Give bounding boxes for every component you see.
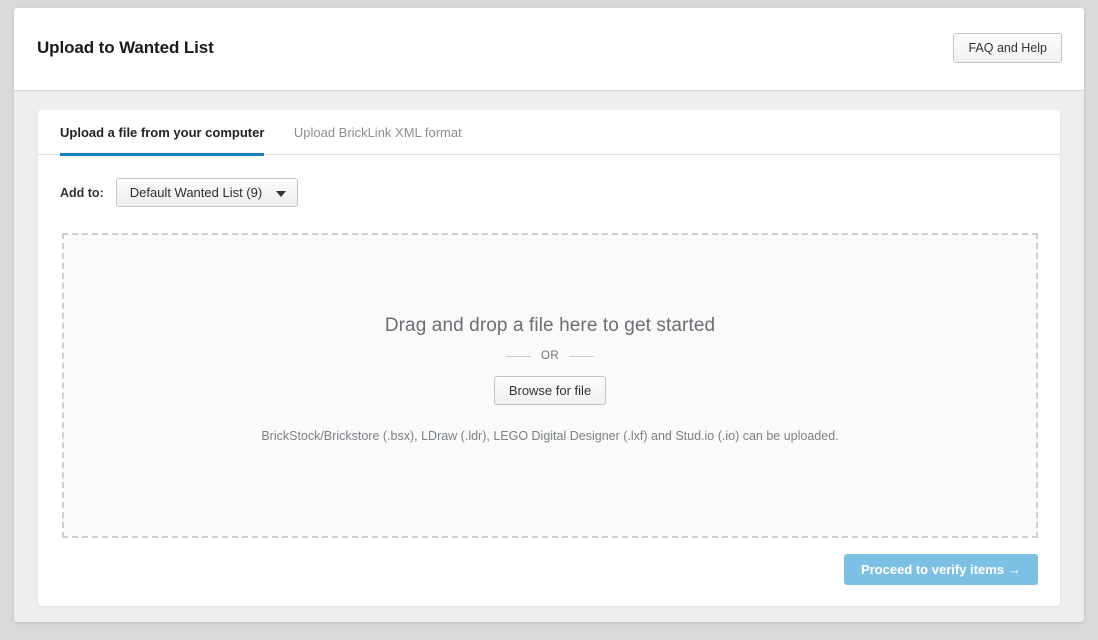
- add-to-row: Add to: Default Wanted List (9): [60, 178, 298, 207]
- faq-and-help-button[interactable]: FAQ and Help: [953, 33, 1062, 63]
- dropzone-content: Drag and drop a file here to get started…: [64, 315, 1036, 443]
- wanted-list-select-value: Default Wanted List (9): [129, 185, 263, 200]
- wanted-list-select[interactable]: Default Wanted List (9): [115, 178, 298, 207]
- dropzone-headline: Drag and drop a file here to get started: [384, 315, 716, 336]
- or-divider-label: OR: [540, 350, 560, 362]
- page-frame: Upload to Wanted List FAQ and Help Uploa…: [14, 8, 1084, 622]
- tab-bar: Upload a file from your computer Upload …: [38, 110, 1060, 156]
- or-divider-line-left: [505, 355, 531, 357]
- file-dropzone[interactable]: Drag and drop a file here to get started…: [62, 233, 1038, 538]
- add-to-label: Add to:: [60, 185, 104, 200]
- tab-upload-bricklink-xml[interactable]: Upload BrickLink XML format: [294, 110, 462, 155]
- proceed-to-verify-items-button[interactable]: Proceed to verify items →: [843, 554, 1038, 585]
- tab-upload-file[interactable]: Upload a file from your computer: [60, 110, 265, 156]
- or-divider-line-right: [569, 355, 595, 357]
- or-divider: OR: [64, 350, 1036, 362]
- page-header: Upload to Wanted List FAQ and Help: [14, 8, 1084, 91]
- arrow-right-icon: →: [1008, 562, 1021, 577]
- browse-for-file-button[interactable]: Browse for file: [493, 376, 607, 405]
- page-title: Upload to Wanted List: [37, 38, 214, 57]
- chevron-down-icon: [275, 190, 286, 197]
- upload-panel: Upload a file from your computer Upload …: [38, 110, 1060, 606]
- proceed-button-label: Proceed to verify items: [860, 562, 1004, 577]
- supported-formats-text: BrickStock/Brickstore (.bsx), LDraw (.ld…: [261, 429, 839, 443]
